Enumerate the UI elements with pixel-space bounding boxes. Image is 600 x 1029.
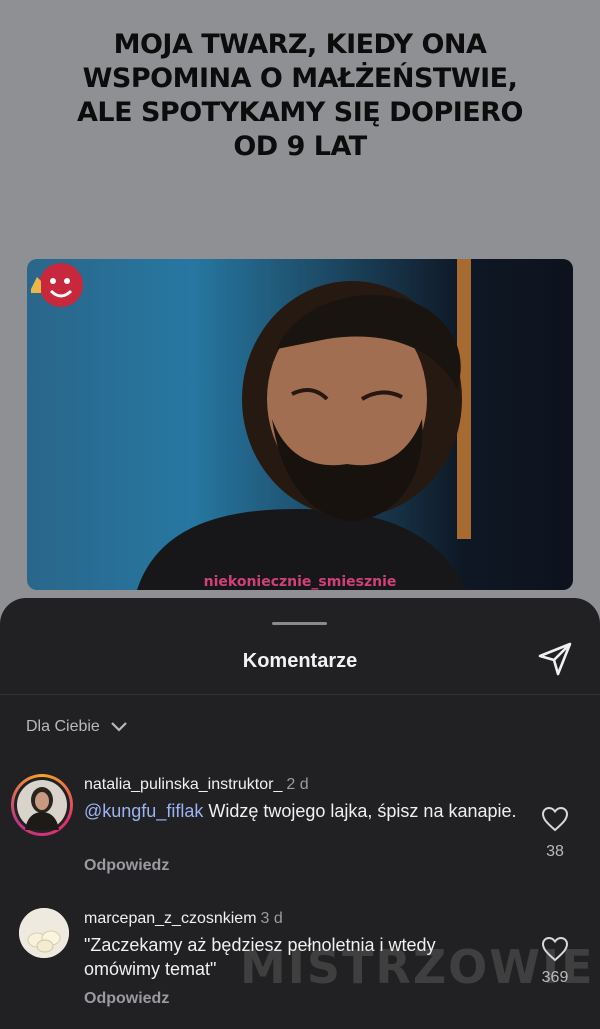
- chevron-down-icon: [111, 722, 127, 732]
- send-icon[interactable]: [536, 640, 574, 678]
- avatar[interactable]: [11, 774, 73, 836]
- comment-body: Widzę twojego lajka, śpisz na kanapie.: [203, 801, 517, 821]
- like-count: 38: [546, 843, 564, 860]
- meme-caption: MOJA TWARZ, KIEDY ONA WSPOMINA O MAŁŻEŃS…: [77, 29, 523, 162]
- comment-username[interactable]: marcepan_z_czosnkiem 3 d: [84, 910, 283, 928]
- garlic-photo-icon: [19, 908, 69, 958]
- meme-image[interactable]: niekoniecznie_smiesznie: [27, 259, 573, 590]
- like-button[interactable]: 38: [538, 806, 572, 861]
- comment-time: 2 d: [286, 776, 309, 793]
- comment-text: @kungfu_fiflak Widzę twojego lajka, śpis…: [84, 799, 524, 823]
- meme-post: MOJA TWARZ, KIEDY ONA WSPOMINA O MAŁŻEŃS…: [0, 0, 600, 640]
- site-watermark: MISTRZOWIE: [240, 940, 595, 994]
- heart-icon: [541, 806, 569, 832]
- image-watermark: niekoniecznie_smiesznie: [203, 574, 397, 590]
- man-face-illustration: [27, 259, 573, 590]
- sheet-title: Komentarze: [242, 650, 358, 672]
- divider: [0, 694, 600, 695]
- drag-handle[interactable]: [272, 622, 327, 625]
- user-photo-icon: [17, 780, 67, 830]
- filter-dropdown[interactable]: Dla Ciebie: [26, 718, 128, 736]
- reply-button[interactable]: Odpowiedz: [84, 990, 169, 1008]
- emoji-logo-icon: [31, 263, 83, 307]
- filter-label: Dla Ciebie: [26, 718, 100, 735]
- mention-link[interactable]: @kungfu_fiflak: [84, 801, 203, 821]
- comment-time: 3 d: [260, 910, 283, 927]
- username-text[interactable]: natalia_pulinska_instruktor_: [84, 776, 282, 793]
- username-text[interactable]: marcepan_z_czosnkiem: [84, 910, 257, 927]
- reply-button[interactable]: Odpowiedz: [84, 857, 169, 875]
- comment-username[interactable]: natalia_pulinska_instruktor_ 2 d: [84, 776, 309, 794]
- avatar[interactable]: [19, 908, 69, 958]
